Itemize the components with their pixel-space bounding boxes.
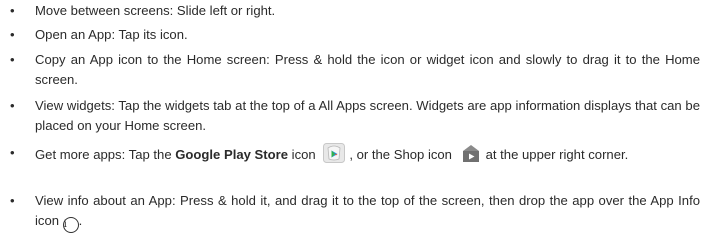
bullet: •: [10, 193, 15, 208]
list-item-open-app: • Open an App: Tap its icon.: [10, 25, 700, 45]
item-text: View widgets: Tap the widgets tab at the…: [35, 98, 700, 133]
list-item-move-screens: • Move between screens: Slide left or ri…: [10, 1, 700, 21]
list-item-copy-icon: • Copy an App icon to the Home screen: P…: [10, 50, 700, 90]
list-item-get-apps: • Get more apps: Tap the Google Play Sto…: [10, 143, 700, 185]
text-segment: icon: [288, 147, 316, 162]
bullet: •: [10, 98, 15, 113]
shop-icon: [460, 143, 482, 169]
text-segment: at the upper right corner.: [485, 147, 629, 162]
app-info-icon: i: [62, 217, 79, 233]
text-segment: .: [78, 213, 83, 228]
item-text: Move between screens: Slide left or righ…: [35, 3, 276, 18]
list-item-view-widgets: • View widgets: Tap the widgets tab at t…: [10, 96, 700, 136]
item-text: Get more apps: Tap the Google Play Store…: [35, 143, 700, 169]
item-text: View info about an App: Press & hold it,…: [35, 191, 700, 233]
bullet: •: [10, 27, 15, 42]
item-text: Copy an App icon to the Home screen: Pre…: [35, 52, 700, 87]
text-segment: , or the Shop icon: [349, 147, 452, 162]
bullet: •: [10, 52, 15, 67]
list-item-view-info: • View info about an App: Press & hold i…: [10, 191, 700, 235]
item-text: Open an App: Tap its icon.: [35, 27, 188, 42]
bullet: •: [10, 145, 15, 160]
text-segment: Get more apps: Tap the: [35, 147, 176, 162]
text-segment: View info about an App: Press & hold it,…: [35, 193, 700, 228]
google-play-store-icon: [323, 143, 346, 169]
google-play-store-label: Google Play Store: [175, 147, 289, 162]
bullet: •: [10, 3, 15, 18]
